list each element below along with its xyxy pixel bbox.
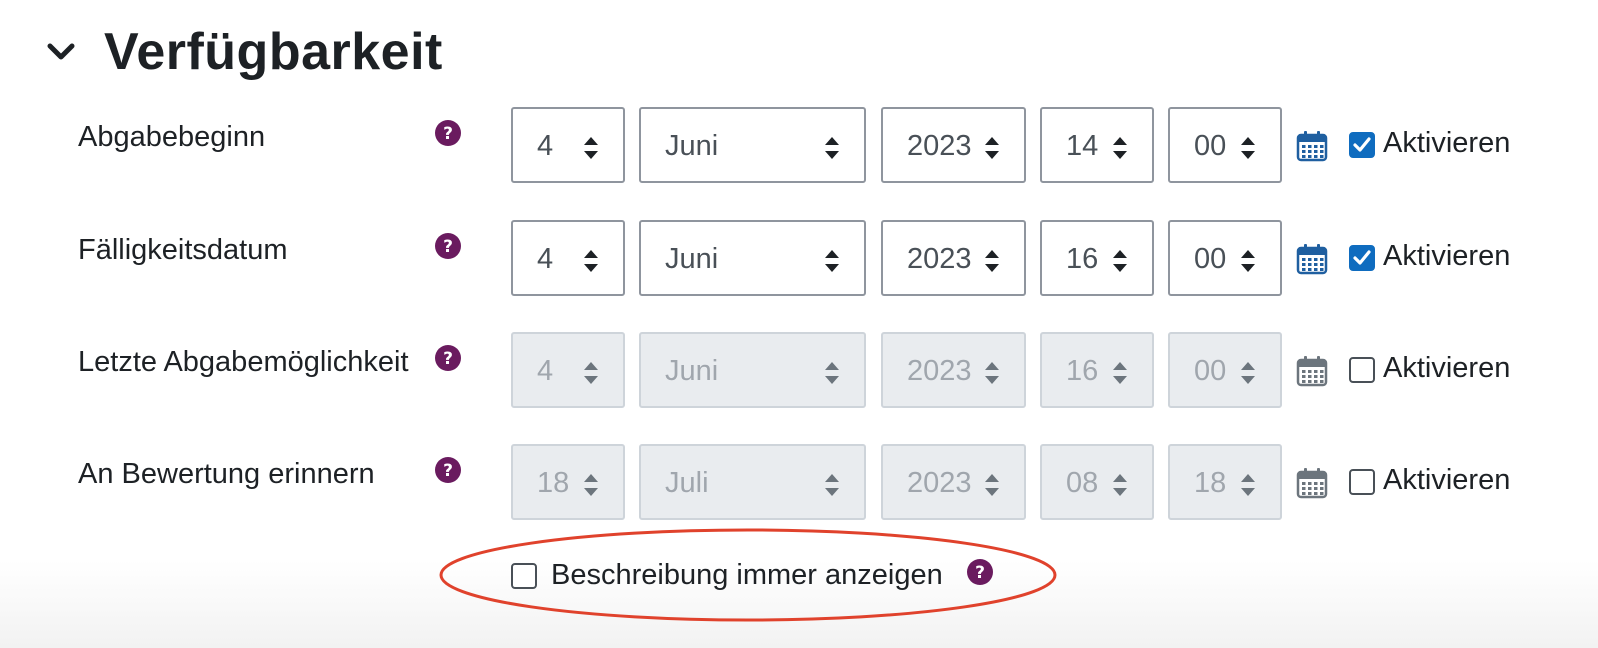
- sort-arrows-icon: [824, 360, 840, 384]
- sort-arrows-icon: [583, 360, 599, 384]
- day-select[interactable]: 4: [511, 107, 625, 183]
- year-select[interactable]: 2023: [881, 444, 1026, 520]
- sort-arrows-icon: [1240, 360, 1256, 384]
- help-icon[interactable]: ?: [966, 558, 994, 586]
- row-label: An Bewertung erinnern: [78, 458, 375, 490]
- svg-text:?: ?: [975, 563, 985, 583]
- minute-select[interactable]: 00: [1168, 107, 1282, 183]
- date-row-abgabebeginn: Abgabebeginn ? 4 Juni 2023 14 00 Aktivie…: [0, 107, 1598, 183]
- calendar-icon[interactable]: [1296, 467, 1328, 499]
- month-select[interactable]: Juni: [639, 332, 866, 408]
- enable-label: Aktivieren: [1383, 240, 1511, 272]
- enable-label: Aktivieren: [1383, 464, 1511, 496]
- calendar-icon[interactable]: [1296, 355, 1328, 387]
- date-row-faelligkeitsdatum: Fälligkeitsdatum ? 4 Juni 2023 16 00 Akt…: [0, 220, 1598, 296]
- always-show-description-label: Beschreibung immer anzeigen: [551, 559, 943, 591]
- day-select[interactable]: 4: [511, 220, 625, 296]
- enable-checkbox[interactable]: [1349, 132, 1375, 158]
- sort-arrows-icon: [1112, 360, 1128, 384]
- always-show-description-checkbox[interactable]: [511, 563, 537, 589]
- day-select[interactable]: 18: [511, 444, 625, 520]
- sort-arrows-icon: [984, 360, 1000, 384]
- row-label: Fälligkeitsdatum: [78, 234, 288, 266]
- year-select[interactable]: 2023: [881, 332, 1026, 408]
- day-select[interactable]: 4: [511, 332, 625, 408]
- sort-arrows-icon: [1112, 248, 1128, 272]
- year-select[interactable]: 2023: [881, 220, 1026, 296]
- enable-checkbox[interactable]: [1349, 357, 1375, 383]
- date-row-letzte-abgabemoeglichkeit: Letzte Abgabemöglichkeit ? 4 Juni 2023 1…: [0, 332, 1598, 408]
- sort-arrows-icon: [1240, 248, 1256, 272]
- svg-text:?: ?: [443, 124, 453, 144]
- enable-label: Aktivieren: [1383, 352, 1511, 384]
- hour-select[interactable]: 16: [1040, 220, 1154, 296]
- calendar-icon[interactable]: [1296, 130, 1328, 162]
- calendar-icon[interactable]: [1296, 243, 1328, 275]
- sort-arrows-icon: [583, 248, 599, 272]
- minute-select[interactable]: 18: [1168, 444, 1282, 520]
- minute-select[interactable]: 00: [1168, 332, 1282, 408]
- sort-arrows-icon: [824, 248, 840, 272]
- sort-arrows-icon: [824, 135, 840, 159]
- sort-arrows-icon: [583, 472, 599, 496]
- svg-text:?: ?: [443, 237, 453, 257]
- year-select[interactable]: 2023: [881, 107, 1026, 183]
- help-icon[interactable]: ?: [434, 119, 462, 147]
- svg-text:?: ?: [443, 461, 453, 481]
- enable-label: Aktivieren: [1383, 127, 1511, 159]
- sort-arrows-icon: [984, 135, 1000, 159]
- hour-select[interactable]: 14: [1040, 107, 1154, 183]
- help-icon[interactable]: ?: [434, 344, 462, 372]
- chevron-down-icon[interactable]: [44, 35, 78, 69]
- month-select[interactable]: Juni: [639, 107, 866, 183]
- sort-arrows-icon: [984, 248, 1000, 272]
- date-row-an-bewertung-erinnern: An Bewertung erinnern ? 18 Juli 2023 08 …: [0, 444, 1598, 520]
- enable-checkbox[interactable]: [1349, 469, 1375, 495]
- month-select[interactable]: Juni: [639, 220, 866, 296]
- section-title: Verfügbarkeit: [104, 23, 443, 81]
- row-label: Abgabebeginn: [78, 121, 266, 153]
- month-select[interactable]: Juli: [639, 444, 866, 520]
- enable-checkbox[interactable]: [1349, 245, 1375, 271]
- sort-arrows-icon: [824, 472, 840, 496]
- row-label: Letzte Abgabemöglichkeit: [78, 346, 409, 378]
- sort-arrows-icon: [1240, 135, 1256, 159]
- sort-arrows-icon: [583, 135, 599, 159]
- minute-select[interactable]: 00: [1168, 220, 1282, 296]
- sort-arrows-icon: [984, 472, 1000, 496]
- help-icon[interactable]: ?: [434, 232, 462, 260]
- sort-arrows-icon: [1240, 472, 1256, 496]
- section-header: Verfügbarkeit: [44, 14, 443, 90]
- help-icon[interactable]: ?: [434, 456, 462, 484]
- always-show-description-row: Beschreibung immer anzeigen ?: [0, 552, 1598, 600]
- hour-select[interactable]: 16: [1040, 332, 1154, 408]
- svg-text:?: ?: [443, 349, 453, 369]
- sort-arrows-icon: [1112, 472, 1128, 496]
- sort-arrows-icon: [1112, 135, 1128, 159]
- hour-select[interactable]: 08: [1040, 444, 1154, 520]
